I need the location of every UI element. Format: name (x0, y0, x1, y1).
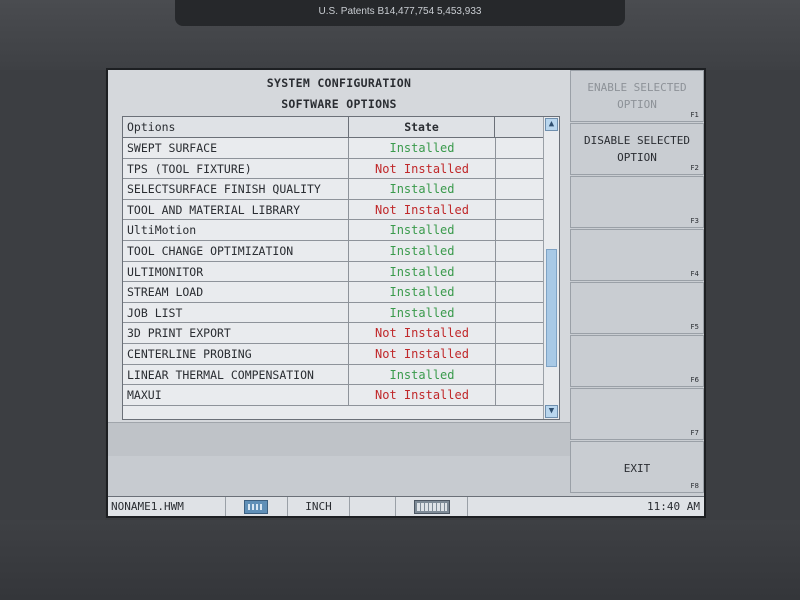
table-row[interactable]: TOOL CHANGE OPTIMIZATION Installed (123, 240, 543, 262)
option-name: TOOL CHANGE OPTIMIZATION (123, 240, 349, 261)
fkey-number: F6 (690, 376, 699, 384)
column-header-state[interactable]: State (349, 117, 495, 138)
fkey-label: ENABLE SELECTED OPTION (571, 79, 703, 113)
keyboard-icon[interactable] (414, 500, 450, 514)
table-row[interactable]: UltiMotion Installed (123, 220, 543, 241)
option-name: CENTERLINE PROBING (123, 343, 349, 364)
column-header-options[interactable]: Options (123, 117, 349, 138)
table-row[interactable]: SWEPT SURFACE Installed (123, 138, 543, 159)
scroll-up-icon[interactable]: ▲ (545, 118, 558, 131)
option-name: ULTIMONITOR (123, 261, 349, 282)
table-row[interactable]: STREAM LOAD Installed (123, 282, 543, 303)
scroll-thumb[interactable] (546, 249, 557, 367)
option-state: Not Installed (349, 323, 496, 343)
status-bar: NONAME1.HWM INCH 11:40 AM (108, 496, 704, 516)
f5-button[interactable]: F5 (570, 282, 704, 334)
fkey-number: F1 (690, 111, 699, 119)
option-name: MAXUI (123, 385, 349, 405)
f7-button[interactable]: F7 (570, 388, 704, 440)
fkey-number: F4 (690, 270, 699, 278)
scroll-down-icon[interactable]: ▼ (545, 405, 558, 418)
f6-button[interactable]: F6 (570, 335, 704, 387)
calculator-icon[interactable] (244, 500, 268, 514)
table-rows: SWEPT SURFACE Installed TPS (TOOL FIXTURE)… (123, 138, 543, 406)
enable-selected-option-button[interactable]: ENABLE SELECTED OPTION F1 (570, 70, 704, 122)
calculator-button[interactable] (226, 497, 288, 516)
fkey-number: F8 (690, 482, 699, 490)
column-header-blank (495, 117, 543, 138)
option-name: 3D PRINT EXPORT (123, 323, 349, 343)
vertical-scrollbar[interactable]: ▲ ▼ (543, 117, 559, 419)
table-row[interactable]: CENTERLINE PROBING Not Installed (123, 343, 543, 365)
patent-plate: U.S. Patents B14,477,754 5,453,933 (175, 0, 625, 26)
function-key-panel: ENABLE SELECTED OPTION F1 DISABLE SELECTED O… (570, 70, 704, 496)
fkey-label-line1: EXIT (623, 462, 651, 475)
fkey-label-line2: OPTION (617, 98, 657, 111)
main-pane: SYSTEM CONFIGURATION SOFTWARE OPTIONS Op… (108, 70, 570, 496)
control-screen: SYSTEM CONFIGURATION SOFTWARE OPTIONS Op… (106, 68, 706, 518)
option-name: STREAM LOAD (123, 282, 349, 302)
patent-text: U.S. Patents B14,477,754 5,453,933 (318, 6, 482, 17)
fkey-label: DISABLE SELECTED OPTION (571, 132, 703, 166)
table-row[interactable]: SELECTSURFACE FINISH QUALITY Installed (123, 179, 543, 200)
exit-button[interactable]: EXIT F8 (570, 441, 704, 493)
option-state: Installed (349, 364, 496, 385)
table-row[interactable]: TOOL AND MATERIAL LIBRARY Not Installed (123, 199, 543, 221)
page-title: SYSTEM CONFIGURATION (266, 76, 412, 90)
option-name: JOB LIST (123, 302, 349, 323)
option-state: Not Installed (349, 199, 496, 220)
option-state: Installed (349, 179, 496, 199)
message-area (108, 422, 570, 457)
fkey-number: F5 (690, 323, 699, 331)
fkey-number: F3 (690, 217, 699, 225)
option-name: SELECTSURFACE FINISH QUALITY (123, 179, 349, 199)
fkey-label-line1: DISABLE SELECTED (584, 134, 690, 147)
f4-button[interactable]: F4 (570, 229, 704, 281)
option-state: Installed (349, 220, 496, 240)
table-row[interactable]: JOB LIST Installed (123, 302, 543, 324)
option-state: Installed (349, 261, 496, 282)
option-name: UltiMotion (123, 220, 349, 240)
page-subtitle: SOFTWARE OPTIONS (281, 97, 397, 111)
fkey-number: F2 (690, 164, 699, 172)
option-state: Installed (349, 302, 496, 323)
option-state: Not Installed (349, 385, 496, 405)
option-name: TPS (TOOL FIXTURE) (123, 158, 349, 179)
table-row[interactable]: TPS (TOOL FIXTURE) Not Installed (123, 158, 543, 180)
option-state: Installed (349, 282, 496, 302)
option-state: Installed (349, 138, 496, 158)
table-row[interactable]: ULTIMONITOR Installed (123, 261, 543, 283)
f3-button[interactable]: F3 (570, 176, 704, 228)
table-row[interactable]: MAXUI Not Installed (123, 385, 543, 406)
option-state: Not Installed (349, 343, 496, 364)
table-row[interactable]: LINEAR THERMAL COMPENSATION Installed (123, 364, 543, 386)
option-name: SWEPT SURFACE (123, 138, 349, 158)
software-options-table: Options State SWEPT SURFACE Installed TPS … (122, 116, 560, 420)
option-state: Not Installed (349, 158, 496, 179)
option-name: LINEAR THERMAL COMPENSATION (123, 364, 349, 385)
fkey-label-line2: OPTION (617, 151, 657, 164)
fkey-number: F7 (690, 429, 699, 437)
status-clock: 11:40 AM (647, 500, 700, 513)
option-name: TOOL AND MATERIAL LIBRARY (123, 199, 349, 220)
status-units: INCH (288, 497, 350, 516)
disable-selected-option-button[interactable]: DISABLE SELECTED OPTION F2 (570, 123, 704, 175)
keyboard-button[interactable] (396, 497, 468, 516)
option-state: Installed (349, 240, 496, 261)
fkey-label-line1: ENABLE SELECTED (587, 81, 687, 94)
fkey-label: EXIT (571, 460, 703, 477)
bezel-bottom (0, 520, 800, 600)
table-row[interactable]: 3D PRINT EXPORT Not Installed (123, 323, 543, 344)
status-filename: NONAME1.HWM (108, 497, 226, 516)
status-blank (350, 497, 396, 516)
message-area-lower (108, 456, 570, 496)
